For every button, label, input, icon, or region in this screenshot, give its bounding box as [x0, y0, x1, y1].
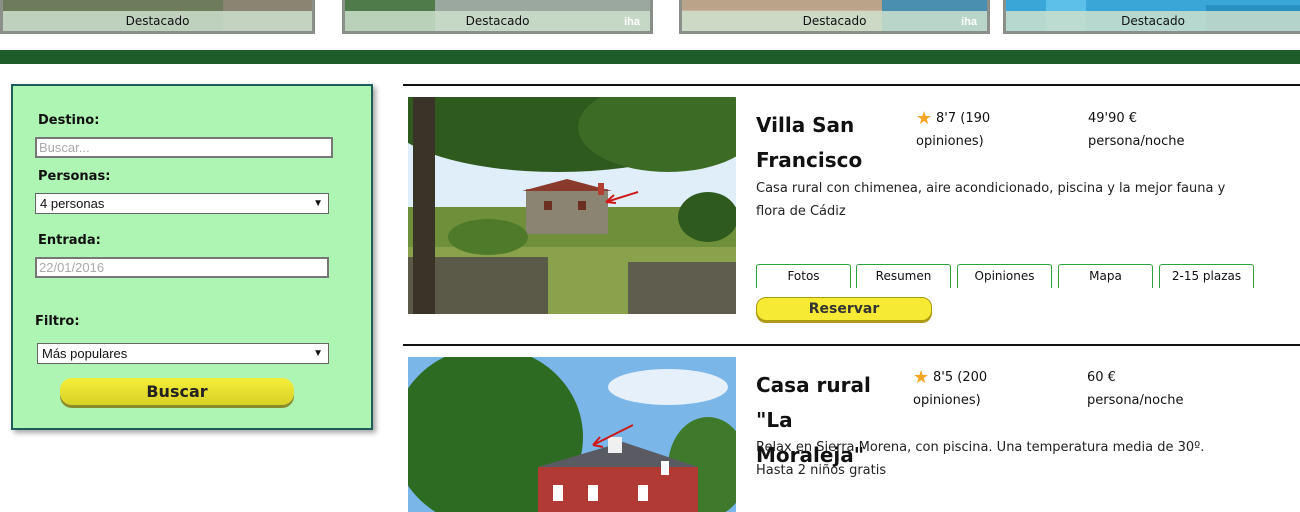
- featured-label: Destacado: [3, 11, 312, 31]
- buscar-button[interactable]: Buscar: [60, 378, 294, 405]
- entrada-input[interactable]: 22/01/2016: [35, 257, 329, 278]
- tab-opiniones[interactable]: Opiniones: [957, 264, 1052, 288]
- chevron-down-icon: ▼: [313, 348, 323, 359]
- page: Destacado Destacado iha Destacado iha De…: [0, 0, 1300, 512]
- tab-fotos[interactable]: Fotos: [756, 264, 851, 288]
- featured-label: Destacado: [682, 11, 987, 31]
- listing-description: Relax en Sierra Morena, con piscina. Una…: [756, 440, 1205, 478]
- listing-rating: ★ 8'7 (190 opiniones): [916, 107, 1056, 153]
- iha-logo: iha: [961, 16, 977, 28]
- tab-mapa[interactable]: Mapa: [1058, 264, 1153, 288]
- featured-card[interactable]: Destacado iha: [679, 0, 990, 34]
- featured-label: Destacado: [1006, 11, 1300, 31]
- personas-label: Personas:: [38, 169, 111, 184]
- iha-logo: iha: [624, 16, 640, 28]
- featured-label: Destacado: [345, 11, 650, 31]
- listing-title[interactable]: Villa San Francisco: [756, 108, 906, 178]
- listing-price: 49'90 € persona/noche: [1088, 111, 1185, 149]
- featured-card[interactable]: Destacado iha: [342, 0, 653, 34]
- reservar-button[interactable]: Reservar: [756, 297, 932, 321]
- featured-strip: Destacado Destacado iha Destacado iha De…: [0, 0, 1300, 34]
- tab-plazas[interactable]: 2-15 plazas: [1159, 264, 1254, 288]
- personas-select[interactable]: 4 personas ▼: [35, 193, 329, 214]
- featured-card[interactable]: Destacado: [1003, 0, 1300, 34]
- star-icon: ★: [913, 367, 930, 388]
- entrada-label: Entrada:: [38, 233, 101, 248]
- destino-input[interactable]: Buscar...: [35, 137, 333, 158]
- listing-price: 60 € persona/noche: [1087, 370, 1184, 408]
- listing-card: Casa rural "La Moraleja" ★ 8'5 (200 opini…: [403, 344, 1300, 512]
- personas-value: 4 personas: [40, 196, 105, 211]
- filtro-select[interactable]: Más populares ▼: [37, 343, 329, 364]
- filtro-value: Más populares: [42, 346, 128, 361]
- search-panel: Destino: Buscar... Personas: 4 personas …: [11, 84, 373, 430]
- listing-photo[interactable]: [408, 97, 736, 314]
- listing-description: Casa rural con chimenea, aire acondicion…: [756, 181, 1226, 219]
- star-icon: ★: [916, 108, 933, 129]
- featured-card[interactable]: Destacado: [0, 0, 315, 34]
- destino-label: Destino:: [38, 113, 100, 128]
- tab-resumen[interactable]: Resumen: [856, 264, 951, 288]
- header-bar: [0, 50, 1300, 64]
- filtro-label: Filtro:: [35, 314, 80, 329]
- chevron-down-icon: ▼: [313, 198, 323, 209]
- listing-photo[interactable]: [408, 357, 736, 512]
- listing-card: Villa San Francisco ★ 8'7 (190 opiniones)…: [403, 84, 1300, 340]
- listing-rating: ★ 8'5 (200 opiniones): [913, 366, 1053, 412]
